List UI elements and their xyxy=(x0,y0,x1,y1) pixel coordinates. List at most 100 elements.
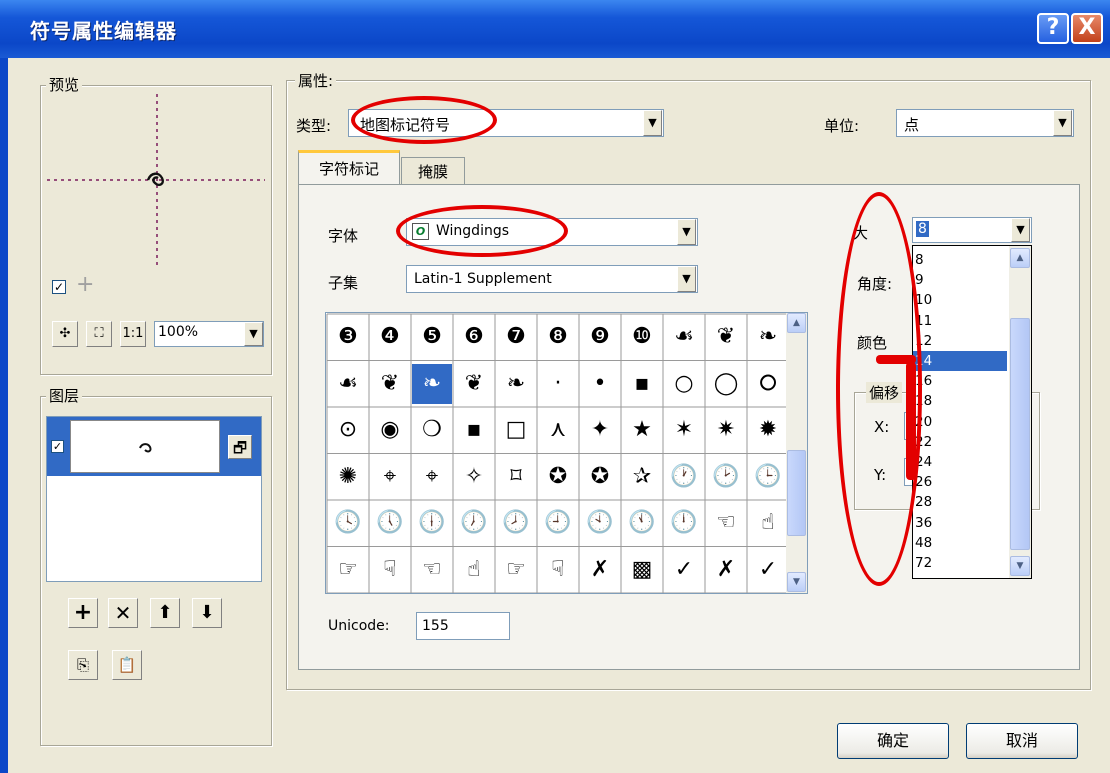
glyph-cell[interactable]: ❧ xyxy=(412,363,452,404)
glyph-cell[interactable]: ✶ xyxy=(664,410,704,451)
glyph-cell[interactable]: ☞ xyxy=(328,550,368,591)
size-option[interactable]: 48 xyxy=(913,533,1007,553)
glyph-cell[interactable]: ☟ xyxy=(538,550,578,591)
glyph-cell[interactable]: ⌑ xyxy=(496,457,536,498)
glyph-cell[interactable]: · xyxy=(538,364,578,405)
move-down-button[interactable]: ⬇ xyxy=(192,598,222,628)
glyph-cell[interactable]: 🕗 xyxy=(496,503,536,544)
size-option[interactable]: 8 xyxy=(913,250,1007,270)
paste-icon[interactable]: 📋 xyxy=(112,650,142,680)
font-dropdown-arrow[interactable]: ▼ xyxy=(677,219,696,245)
actual-size-button[interactable]: 1:1 xyxy=(120,321,146,347)
zoom-dropdown-arrow[interactable]: ▼ xyxy=(244,322,263,346)
glyph-cell[interactable]: ❻ xyxy=(454,317,494,358)
layer-visible-checkbox[interactable]: ✓ xyxy=(51,440,64,453)
size-option[interactable]: 14 xyxy=(913,351,1007,371)
ok-button[interactable]: 确定 xyxy=(837,723,949,759)
unit-dropdown-arrow[interactable]: ▼ xyxy=(1053,110,1072,136)
glyph-cell[interactable]: ✹ xyxy=(748,410,788,451)
size-option[interactable]: 20 xyxy=(913,412,1007,432)
glyph-cell[interactable]: ✧ xyxy=(454,457,494,498)
tab-character-marker[interactable]: 字符标记 xyxy=(298,150,400,186)
glyph-cell[interactable]: 🕘 xyxy=(538,503,578,544)
glyph-cell[interactable]: 🕙 xyxy=(580,503,620,544)
glyph-cell[interactable]: ⋏ xyxy=(538,410,578,451)
help-button[interactable]: ? xyxy=(1037,13,1069,44)
size-option[interactable]: 16 xyxy=(913,371,1007,391)
glyph-cell[interactable]: ☜ xyxy=(412,550,452,591)
add-layer-button[interactable]: + xyxy=(68,598,98,628)
zoom-out-button[interactable]: ⛶ xyxy=(86,321,112,347)
glyph-cell[interactable]: ☙ xyxy=(328,364,368,405)
glyph-cell[interactable]: ▩ xyxy=(622,550,662,591)
glyph-cell[interactable]: □ xyxy=(496,410,536,451)
glyph-cell[interactable]: 🕑 xyxy=(706,457,746,498)
glyph-grid[interactable]: ❸ ❹ ❺ ❻ ❼ ❽ ❾ ❿ ☙ ❦ ❧ ☙ ❦ ❧ ❦ ❧ · • ▪ ○ ◯ ⭘ ⊙ ◉ ❍ ▪ □ ⋏ ✦ ★ ✶ ✷ ✹ ✺ ⌖ ⌖ ✧ ⌑ ✪ ✪… xyxy=(325,312,808,594)
tab-mask[interactable]: 掩膜 xyxy=(401,157,465,185)
glyph-cell[interactable]: ⊙ xyxy=(328,410,368,451)
glyph-scroll-thumb[interactable] xyxy=(787,450,806,536)
glyph-cell[interactable]: ⌖ xyxy=(412,457,452,498)
glyph-cell[interactable]: 🕕 xyxy=(412,503,452,544)
glyph-cell[interactable]: ◯ xyxy=(706,364,746,405)
scroll-down-icon[interactable]: ▼ xyxy=(787,572,806,592)
glyph-cell[interactable]: ☝ xyxy=(454,550,494,591)
size-scroll-thumb[interactable] xyxy=(1010,318,1030,550)
size-option[interactable]: 28 xyxy=(913,492,1007,512)
size-option[interactable]: 24 xyxy=(913,452,1007,472)
glyph-cell[interactable]: ❽ xyxy=(538,317,578,358)
type-dropdown-arrow[interactable]: ▼ xyxy=(643,110,662,136)
size-option[interactable]: 36 xyxy=(913,513,1007,533)
glyph-cell[interactable]: ✓ xyxy=(664,550,704,591)
glyph-cell[interactable]: 🕓 xyxy=(328,503,368,544)
glyph-cell[interactable]: 🕔 xyxy=(370,503,410,544)
lock-icon[interactable]: 🗗 xyxy=(228,435,252,459)
glyph-cell[interactable]: ❍ xyxy=(412,410,452,451)
glyph-cell[interactable]: ✗ xyxy=(580,550,620,591)
size-dropdown-arrow[interactable]: ▼ xyxy=(1011,218,1030,242)
size-scrollbar[interactable]: ▲ ▼ xyxy=(1009,246,1031,578)
cancel-button[interactable]: 取消 xyxy=(966,723,1078,759)
subset-dropdown-arrow[interactable]: ▼ xyxy=(677,266,696,292)
glyph-cell[interactable]: ☝ xyxy=(748,503,788,544)
copy-icon[interactable]: ⎘ xyxy=(68,650,98,680)
glyph-cell[interactable]: ❦ xyxy=(706,317,746,358)
glyph-cell[interactable]: ⌖ xyxy=(370,457,410,498)
move-up-button[interactable]: ⬆ xyxy=(150,598,180,628)
glyph-cell[interactable]: 🕖 xyxy=(454,503,494,544)
delete-layer-button[interactable]: ✕ xyxy=(108,598,138,628)
size-option[interactable]: 10 xyxy=(913,290,1007,310)
glyph-cell[interactable]: ✺ xyxy=(328,457,368,498)
glyph-cell[interactable]: ✪ xyxy=(538,457,578,498)
glyph-cell[interactable]: ❺ xyxy=(412,317,452,358)
glyph-cell[interactable]: ⭘ xyxy=(748,364,788,405)
size-scroll-down-icon[interactable]: ▼ xyxy=(1010,556,1030,576)
size-dropdown-list[interactable]: 8 9 10 11 12 14 16 18 20 22 24 26 28 36 48 72 ▲ ▼ xyxy=(912,245,1032,579)
scroll-up-icon[interactable]: ▲ xyxy=(787,313,806,333)
glyph-cell[interactable]: ❦ xyxy=(370,364,410,405)
size-option[interactable]: 26 xyxy=(913,472,1007,492)
unit-select[interactable] xyxy=(896,109,1074,137)
glyph-cell[interactable]: 🕐 xyxy=(664,457,704,498)
size-option[interactable]: 11 xyxy=(913,311,1007,331)
glyph-cell[interactable]: ☟ xyxy=(370,550,410,591)
size-scroll-up-icon[interactable]: ▲ xyxy=(1010,248,1030,268)
glyph-cell[interactable]: ✓ xyxy=(748,550,788,591)
size-option[interactable]: 9 xyxy=(913,270,1007,290)
glyph-cell[interactable]: ❧ xyxy=(748,317,788,358)
glyph-cell[interactable]: ❧ xyxy=(496,364,536,405)
glyph-cell[interactable]: ❸ xyxy=(328,317,368,358)
glyph-cell[interactable]: ★ xyxy=(622,410,662,451)
size-option[interactable]: 18 xyxy=(913,391,1007,411)
glyph-cell[interactable]: ○ xyxy=(664,364,704,405)
glyph-cell[interactable]: 🕛 xyxy=(664,503,704,544)
glyph-cell[interactable]: 🕒 xyxy=(748,457,788,498)
glyph-cell[interactable]: • xyxy=(580,364,620,405)
close-button[interactable]: X xyxy=(1071,13,1103,44)
size-option[interactable]: 12 xyxy=(913,331,1007,351)
glyph-cell[interactable]: ▪ xyxy=(622,364,662,405)
glyph-cell[interactable]: ❾ xyxy=(580,317,620,358)
glyph-cell[interactable]: ❼ xyxy=(496,317,536,358)
preview-checkbox[interactable]: ✓ xyxy=(52,280,66,294)
glyph-cell[interactable]: ▪ xyxy=(454,410,494,451)
